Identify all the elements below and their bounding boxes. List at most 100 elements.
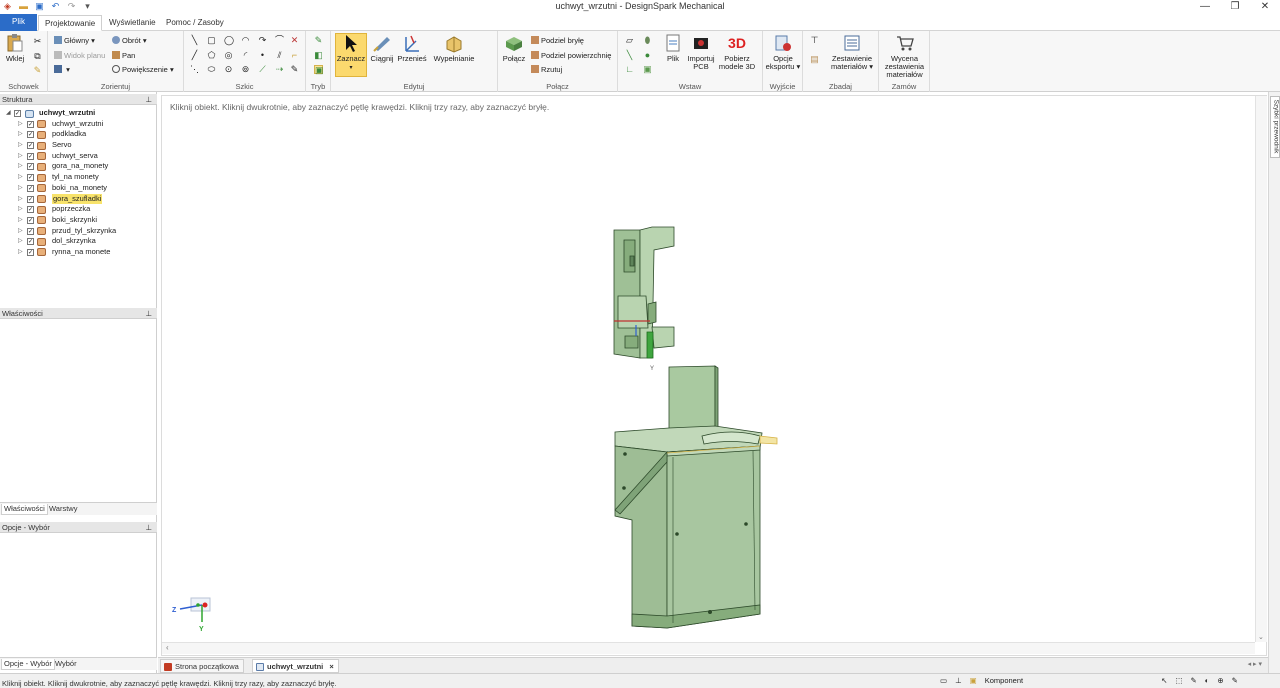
check-geometry-icon[interactable]: ▤ bbox=[810, 55, 819, 64]
visibility-checkbox[interactable]: ✓ bbox=[27, 120, 34, 128]
construction-line-icon[interactable]: ╱ bbox=[190, 51, 199, 60]
edit-status-icon[interactable]: ✎ bbox=[1232, 676, 1238, 685]
tree-item[interactable]: ▷ ✓ Servo bbox=[0, 140, 157, 151]
split-face-button[interactable]: Podziel powierzchnię bbox=[531, 51, 611, 61]
tree-item[interactable]: ▷ ✓ podkladka bbox=[0, 129, 157, 140]
close-button[interactable]: ✕ bbox=[1250, 0, 1280, 14]
box-select-icon[interactable]: ⬚ bbox=[1175, 676, 1182, 685]
render-style-icon[interactable]: ◐ bbox=[1205, 676, 1210, 685]
selection-mode-label[interactable]: Komponent bbox=[985, 676, 1023, 685]
quote-button[interactable]: Wycena zestawienia materiałów bbox=[881, 33, 928, 79]
sketch-mode-icon[interactable]: ✎ bbox=[314, 36, 323, 45]
tab-plik[interactable]: Plik bbox=[0, 14, 37, 31]
tree-item[interactable]: ▷ ✓ dol_skrzynka bbox=[0, 236, 157, 247]
tab-properties[interactable]: Właściwości bbox=[1, 504, 48, 515]
visibility-checkbox[interactable]: ✓ bbox=[27, 238, 34, 246]
pin-icon[interactable]: ⊥ bbox=[145, 308, 152, 319]
corner-icon[interactable]: ⌐ bbox=[290, 51, 299, 60]
tree-item[interactable]: ▷ ✓ gora_szufladki bbox=[0, 193, 157, 205]
pull-button[interactable]: Ciągnij bbox=[369, 33, 395, 63]
expand-icon[interactable]: ▷ bbox=[18, 172, 23, 183]
expand-icon[interactable]: ▷ bbox=[18, 129, 23, 140]
offset-curve-icon[interactable]: ⫽ bbox=[275, 51, 284, 60]
scroll-down-icon[interactable]: ⌄ bbox=[1258, 633, 1264, 641]
expand-icon[interactable]: ▷ bbox=[18, 226, 23, 237]
project-button[interactable]: Rzutuj bbox=[531, 65, 562, 75]
component-icon[interactable]: ▣ bbox=[970, 676, 977, 685]
tree-root[interactable]: ◢ ✓ uchwyt_wrzutni bbox=[0, 108, 157, 119]
horizontal-scrollbar[interactable]: ‹ bbox=[162, 642, 1255, 654]
circle-tool-icon[interactable]: ◯ bbox=[224, 36, 234, 45]
expand-icon[interactable]: ▷ bbox=[18, 119, 23, 130]
rectangle-tool-icon[interactable]: ▢ bbox=[207, 36, 216, 45]
expand-icon[interactable]: ▷ bbox=[18, 183, 23, 194]
tree-item[interactable]: ▷ ✓ uchwyt_serva bbox=[0, 151, 157, 162]
quick-guide-tab[interactable]: Szybki przewodnik bbox=[1270, 96, 1280, 158]
collapse-icon[interactable]: ◢ bbox=[6, 108, 11, 119]
pan-button[interactable]: Pan bbox=[112, 51, 135, 61]
spline-tool-icon[interactable]: ⌒ bbox=[275, 36, 284, 45]
visibility-checkbox[interactable]: ✓ bbox=[27, 152, 34, 160]
model-lower-box[interactable] bbox=[614, 365, 778, 629]
pin-status-icon[interactable]: ⊥ bbox=[955, 676, 962, 685]
fill-button[interactable]: Wypełnianie bbox=[431, 33, 477, 63]
select-tool[interactable]: Zaznacz ▾ bbox=[335, 33, 367, 72]
move-button[interactable]: Przenieś bbox=[397, 33, 427, 63]
split-body-button[interactable]: Podziel bryłę bbox=[531, 36, 584, 46]
minimize-button[interactable]: — bbox=[1190, 0, 1220, 14]
combine-button[interactable]: Połącz bbox=[501, 33, 527, 63]
3d-mode-icon[interactable]: ▣ bbox=[314, 65, 324, 75]
import-pcb-button[interactable]: Importuj PCB bbox=[686, 33, 716, 71]
format-painter-icon[interactable]: ✎ bbox=[33, 66, 42, 75]
visibility-checkbox[interactable]: ✓ bbox=[27, 184, 34, 192]
visibility-checkbox[interactable]: ✓ bbox=[27, 195, 34, 203]
close-tab-icon[interactable]: × bbox=[329, 662, 333, 671]
3d-viewport[interactable]: Kliknij obiekt. Kliknij dwukrotnie, aby … bbox=[161, 95, 1267, 656]
pin-icon[interactable]: ⊥ bbox=[145, 522, 152, 533]
tree-item[interactable]: ▷ ✓ przud_tyl_skrzynka bbox=[0, 226, 157, 237]
tab-select[interactable]: Wybór bbox=[53, 659, 79, 669]
zoom-status-icon[interactable]: ⊕ bbox=[1217, 676, 1223, 685]
visibility-checkbox[interactable]: ✓ bbox=[27, 174, 34, 182]
ellipse-tool-icon[interactable]: ⬭ bbox=[207, 65, 216, 74]
tab-document[interactable]: uchwyt_wrzutni × bbox=[252, 659, 339, 673]
visibility-checkbox[interactable]: ✓ bbox=[27, 248, 34, 256]
plane-icon[interactable]: ▱ bbox=[625, 36, 634, 45]
tab-options-select[interactable]: Opcje - Wybór bbox=[1, 659, 55, 670]
bom-button[interactable]: Zestawienie materiałów ▾ bbox=[827, 33, 877, 71]
section-mode-icon[interactable]: ◧ bbox=[314, 51, 323, 60]
point-tool-icon[interactable]: • bbox=[258, 51, 267, 60]
visibility-checkbox[interactable]: ✓ bbox=[27, 163, 34, 171]
tree-item[interactable]: ▷ ✓ boki_skrzynki bbox=[0, 215, 157, 226]
download-3d-button[interactable]: 3D Pobierz modele 3D bbox=[717, 33, 757, 71]
paste-button[interactable]: Wklej bbox=[3, 33, 27, 63]
tab-projektowanie[interactable]: Projektowanie bbox=[38, 15, 103, 31]
line-tool-icon[interactable]: ╲ bbox=[190, 36, 199, 45]
sweep-arc-icon[interactable]: ◜ bbox=[241, 51, 250, 60]
3d-model-view[interactable]: Y Z Y bbox=[162, 96, 1266, 655]
visibility-checkbox[interactable]: ✓ bbox=[27, 227, 34, 235]
tab-wyswietlanie[interactable]: Wyświetlanie bbox=[103, 15, 162, 31]
selection-filter-icon[interactable]: ↖ bbox=[1161, 676, 1167, 685]
export-options-button[interactable]: Opcje eksportu ▾ bbox=[765, 33, 801, 71]
expand-icon[interactable]: ▷ bbox=[18, 161, 23, 172]
tree-item[interactable]: ▷ ✓ gora_na_monety bbox=[0, 161, 157, 172]
project-curve-icon[interactable]: ✎ bbox=[290, 65, 299, 74]
rotate-button[interactable]: Obrót ▾ bbox=[112, 36, 147, 46]
pin-icon[interactable]: ⊥ bbox=[145, 94, 152, 105]
paint-select-icon[interactable]: ✎ bbox=[1191, 676, 1197, 685]
cut-icon[interactable]: ✂ bbox=[33, 37, 42, 46]
tree-item[interactable]: ▷ ✓ tyl_na monety bbox=[0, 172, 157, 183]
trim-tool-icon[interactable]: ✕ bbox=[290, 36, 299, 45]
tab-pomoc[interactable]: Pomoc / Zasoby bbox=[160, 15, 230, 31]
vertical-scrollbar[interactable]: ⌄ bbox=[1255, 96, 1267, 642]
tab-layers[interactable]: Warstwy bbox=[47, 504, 79, 514]
polygon-tool-icon[interactable]: ⬠ bbox=[207, 51, 216, 60]
move-grid-icon[interactable]: ⇢ bbox=[275, 65, 284, 74]
tree-item[interactable]: ▷ ✓ poprzeczka bbox=[0, 204, 157, 215]
three-point-circle-icon[interactable]: ◎ bbox=[224, 51, 233, 60]
circle-center-icon[interactable]: ⊙ bbox=[224, 65, 233, 74]
expand-icon[interactable]: ▷ bbox=[18, 140, 23, 151]
dotted-line-icon[interactable]: ⋱ bbox=[190, 65, 199, 74]
axis-icon[interactable]: ╲ bbox=[625, 51, 634, 60]
